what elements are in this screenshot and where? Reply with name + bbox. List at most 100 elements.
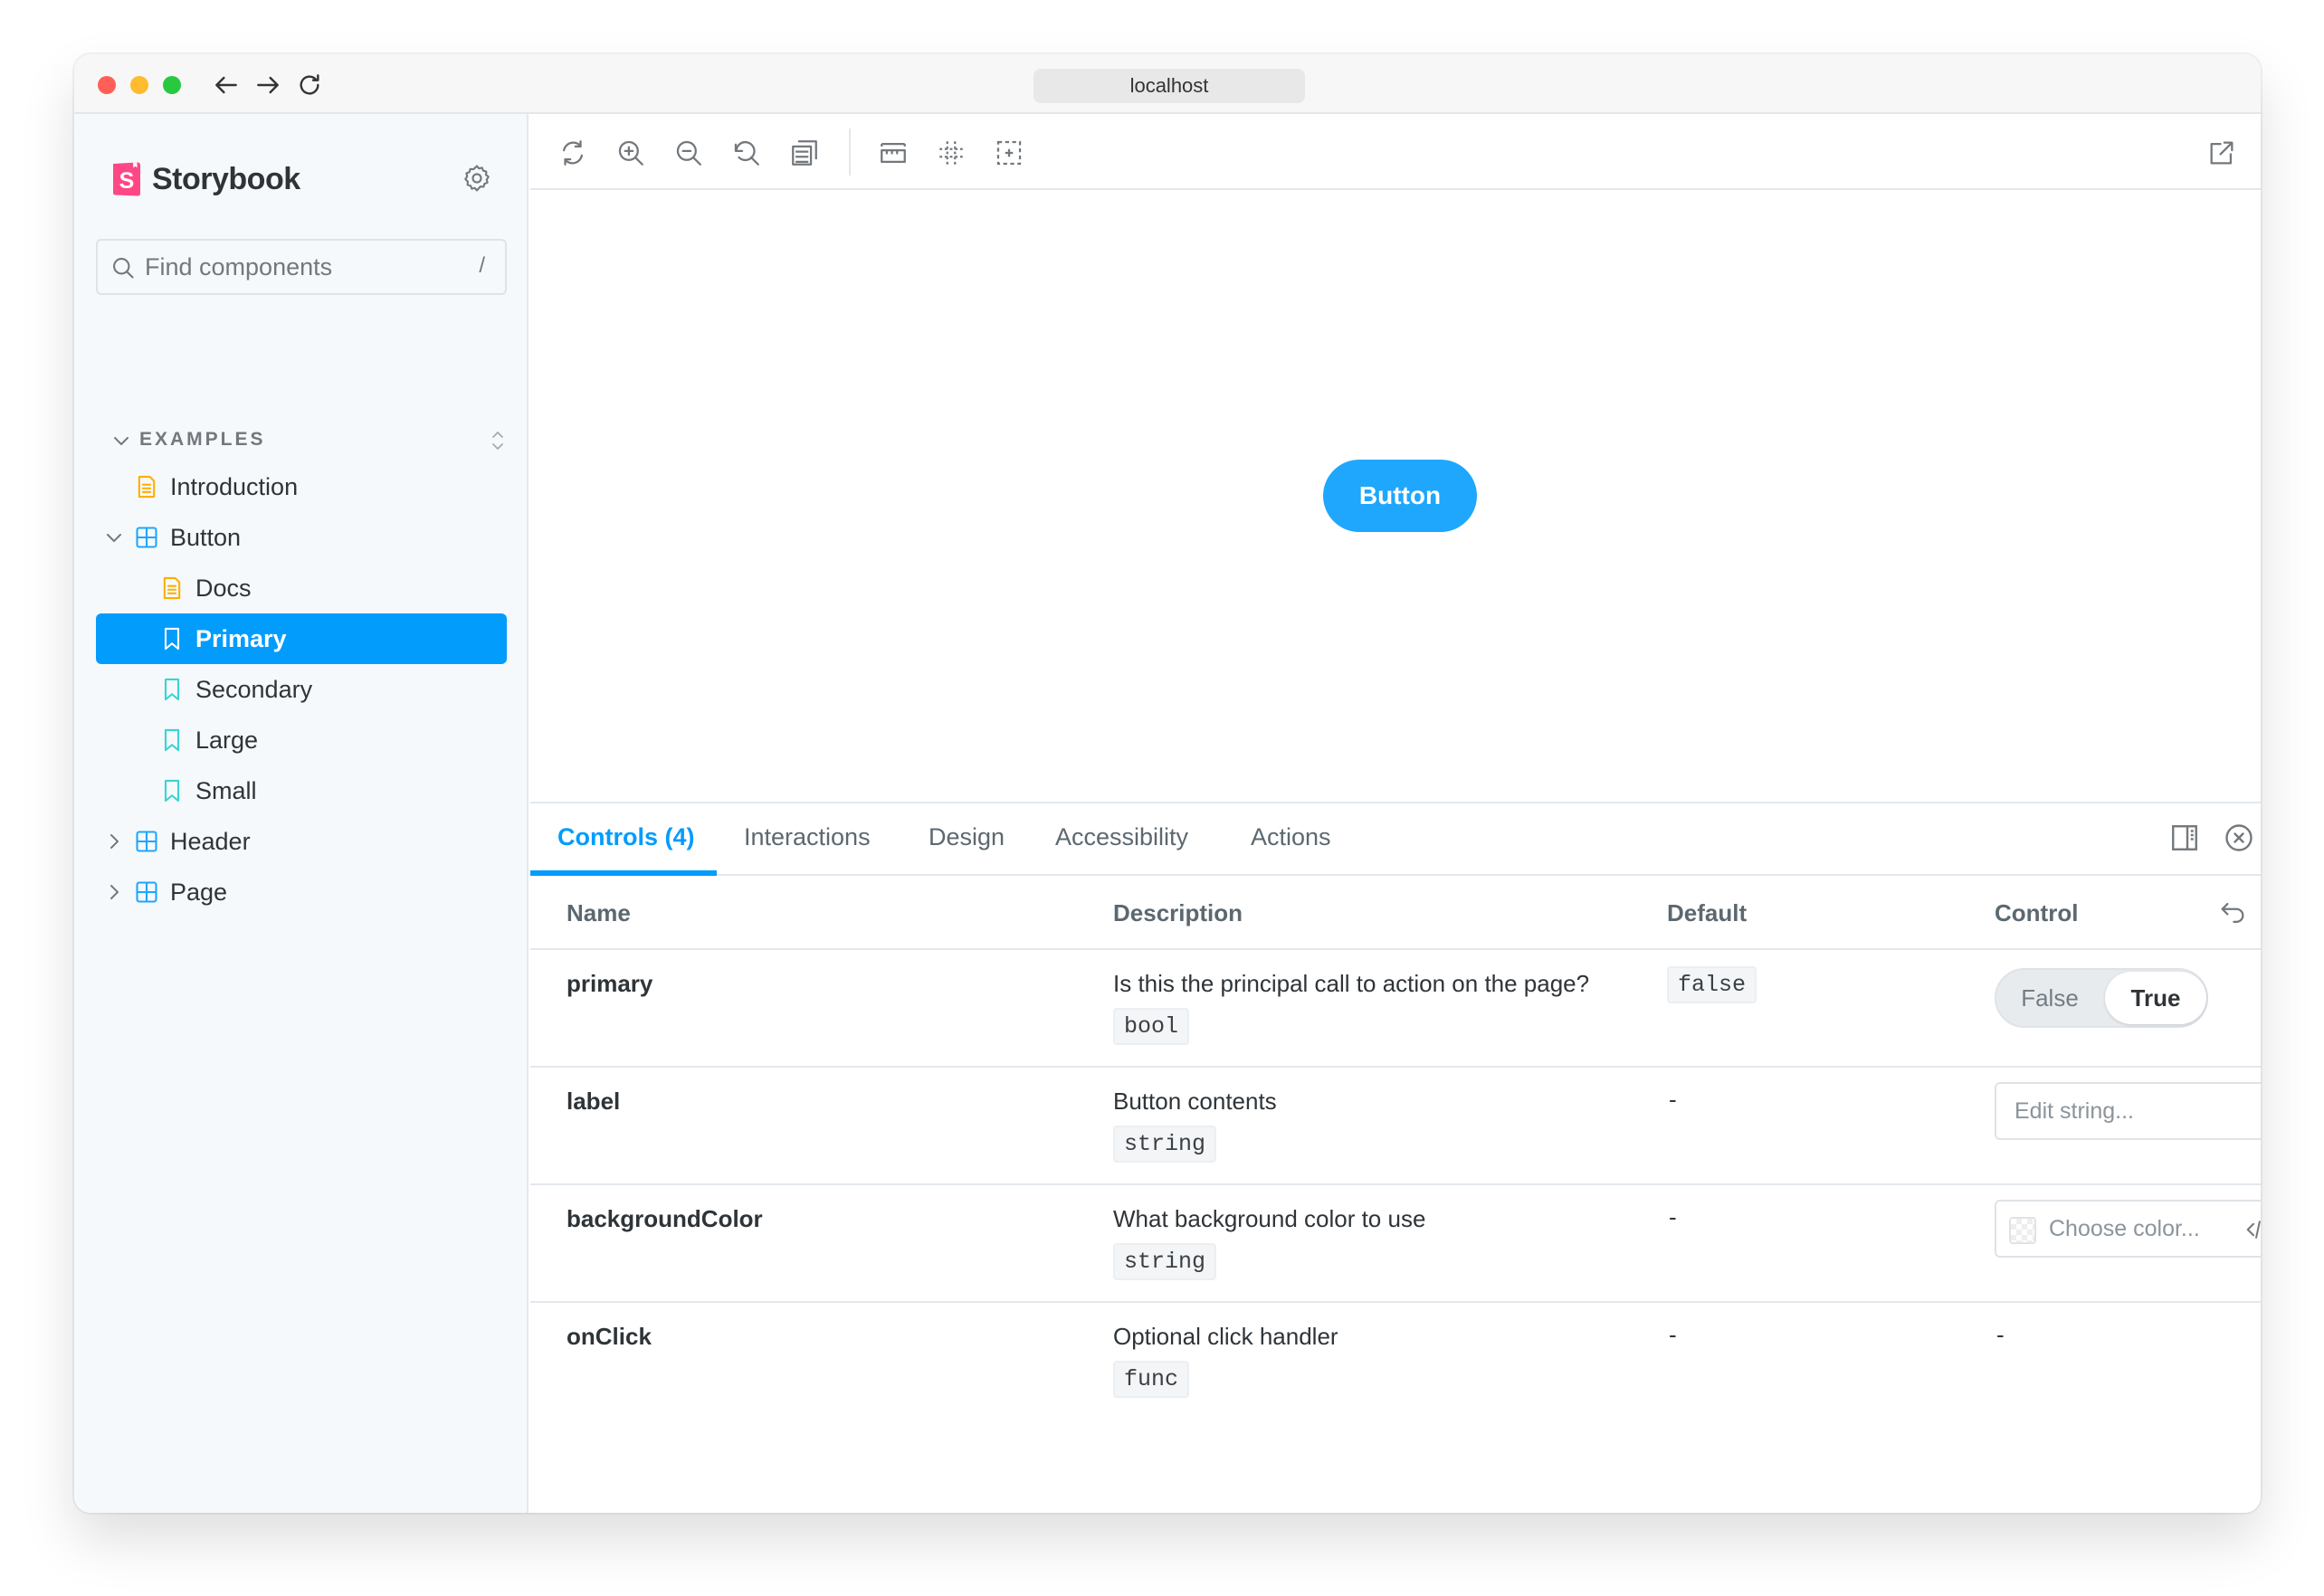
code-icon[interactable] bbox=[2244, 1216, 2261, 1243]
tab-actions[interactable]: Actions bbox=[1251, 823, 1331, 851]
arg-name: backgroundColor bbox=[567, 1205, 763, 1232]
active-tab-indicator bbox=[530, 870, 717, 876]
addons-tabbar: Controls (4) Interactions Design Accessi… bbox=[530, 803, 2261, 876]
label-string-input[interactable] bbox=[1995, 1082, 2261, 1140]
component-icon bbox=[136, 881, 157, 903]
panel-orientation-icon[interactable] bbox=[2168, 822, 2201, 854]
zoom-out-icon[interactable] bbox=[673, 138, 704, 168]
bookmark-icon bbox=[164, 779, 180, 803]
arg-name: primary bbox=[567, 970, 653, 997]
expand-collapse-icon[interactable] bbox=[487, 428, 509, 453]
brand[interactable]: S Storybook bbox=[110, 159, 300, 199]
close-window-button[interactable] bbox=[98, 76, 116, 94]
grid-icon[interactable] bbox=[936, 138, 967, 168]
arg-default: - bbox=[1669, 1321, 1677, 1348]
sidebar-item-page[interactable]: Page bbox=[96, 867, 507, 917]
address-bar[interactable]: localhost bbox=[1033, 69, 1305, 103]
sidebar-item-label: Primary bbox=[195, 625, 287, 652]
sidebar-item-label: Header bbox=[170, 828, 251, 855]
arg-default: false bbox=[1667, 966, 1757, 1003]
remount-icon[interactable] bbox=[557, 138, 588, 168]
column-header-name: Name bbox=[567, 899, 631, 926]
color-swatch[interactable] bbox=[2009, 1217, 2036, 1244]
column-header-default: Default bbox=[1667, 899, 1748, 926]
column-header-description: Description bbox=[1113, 899, 1243, 926]
outline-icon[interactable] bbox=[994, 138, 1024, 168]
sidebar-item-button[interactable]: Button bbox=[96, 512, 507, 563]
document-icon bbox=[163, 576, 181, 600]
toggle-true-option[interactable]: True bbox=[2105, 972, 2206, 1024]
storybook-logo-icon: S bbox=[113, 162, 140, 196]
reset-zoom-icon[interactable] bbox=[731, 138, 762, 168]
search-input[interactable] bbox=[145, 241, 452, 293]
tab-controls[interactable]: Controls (4) bbox=[557, 823, 695, 851]
bookmark-icon bbox=[164, 728, 180, 752]
sidebar-item-introduction[interactable]: Introduction bbox=[96, 461, 507, 512]
svg-text:S: S bbox=[119, 168, 135, 194]
sidebar-item-primary[interactable]: Primary bbox=[96, 613, 507, 664]
color-picker-input[interactable]: Choose color... bbox=[1995, 1200, 2261, 1258]
tab-design[interactable]: Design bbox=[929, 823, 1005, 851]
sidebar-item-secondary[interactable]: Secondary bbox=[96, 664, 507, 715]
reset-controls-icon[interactable] bbox=[2217, 898, 2248, 928]
preview-canvas: Button bbox=[530, 190, 2261, 802]
arg-type: func bbox=[1113, 1361, 1190, 1398]
table-row: primary Is this the principal call to ac… bbox=[530, 950, 2261, 1066]
color-placeholder: Choose color... bbox=[2049, 1216, 2200, 1241]
chevron-down-icon bbox=[114, 437, 129, 445]
maximize-window-button[interactable] bbox=[163, 76, 181, 94]
arg-type: string bbox=[1113, 1243, 1217, 1280]
sidebar-item-label: Secondary bbox=[195, 676, 313, 703]
reload-icon[interactable] bbox=[295, 71, 324, 100]
toggle-false-option[interactable]: False bbox=[1996, 970, 2103, 1026]
back-arrow-icon[interactable] bbox=[212, 71, 241, 100]
sidebar-item-label: Large bbox=[195, 727, 259, 754]
arg-control: - bbox=[1996, 1321, 2005, 1348]
sidebar-item-large[interactable]: Large bbox=[96, 715, 507, 765]
arg-description: Is this the principal call to action on … bbox=[1113, 970, 1590, 997]
sidebar-item-header[interactable]: Header bbox=[96, 816, 507, 867]
sidebar-item-small[interactable]: Small bbox=[96, 765, 507, 816]
tab-accessibility[interactable]: Accessibility bbox=[1055, 823, 1188, 851]
viewport-icon[interactable] bbox=[878, 138, 909, 168]
table-row: backgroundColor What background color to… bbox=[530, 1185, 2261, 1301]
chevron-right-icon bbox=[110, 885, 119, 899]
primary-button[interactable]: Button bbox=[1323, 460, 1477, 532]
sidebar-item-label: Docs bbox=[195, 575, 252, 602]
component-icon bbox=[136, 831, 157, 852]
open-new-tab-icon[interactable] bbox=[2206, 138, 2237, 168]
forward-arrow-icon[interactable] bbox=[253, 71, 282, 100]
arg-description: What background color to use bbox=[1113, 1205, 1426, 1232]
bookmark-icon bbox=[164, 678, 180, 701]
search-icon bbox=[113, 258, 134, 279]
arg-name: label bbox=[567, 1088, 621, 1115]
arg-name: onClick bbox=[567, 1323, 652, 1350]
document-icon bbox=[138, 475, 156, 499]
minimize-window-button[interactable] bbox=[130, 76, 148, 94]
gear-icon[interactable] bbox=[462, 163, 492, 194]
arg-description: Button contents bbox=[1113, 1088, 1277, 1115]
zoom-in-icon[interactable] bbox=[615, 138, 646, 168]
chevron-right-icon bbox=[110, 834, 119, 849]
background-icon[interactable] bbox=[789, 138, 820, 168]
sidebar: S Storybook / EXAMPLES Introduction B bbox=[74, 114, 529, 1513]
arg-type: string bbox=[1113, 1126, 1217, 1163]
sidebar-item-label: Introduction bbox=[170, 473, 299, 500]
browser-titlebar: localhost bbox=[74, 54, 2261, 114]
preview-toolbar bbox=[530, 114, 2261, 190]
boolean-toggle[interactable]: False True bbox=[1995, 968, 2208, 1028]
sidebar-item-docs[interactable]: Docs bbox=[96, 563, 507, 613]
table-row: onClick Optional click handler func - - bbox=[530, 1303, 2261, 1419]
bookmark-icon bbox=[164, 627, 180, 651]
sidebar-item-label: Small bbox=[195, 777, 257, 804]
section-examples[interactable]: EXAMPLES bbox=[110, 425, 509, 456]
close-panel-icon[interactable] bbox=[2223, 822, 2255, 854]
arg-type: bool bbox=[1113, 1008, 1190, 1045]
arg-description: Optional click handler bbox=[1113, 1323, 1338, 1350]
sidebar-item-label: Button bbox=[170, 524, 242, 551]
arg-default: - bbox=[1669, 1086, 1677, 1113]
tab-interactions[interactable]: Interactions bbox=[744, 823, 871, 851]
search-box: / bbox=[96, 239, 507, 295]
arg-default: - bbox=[1669, 1203, 1677, 1230]
column-header-control: Control bbox=[1995, 899, 2079, 926]
